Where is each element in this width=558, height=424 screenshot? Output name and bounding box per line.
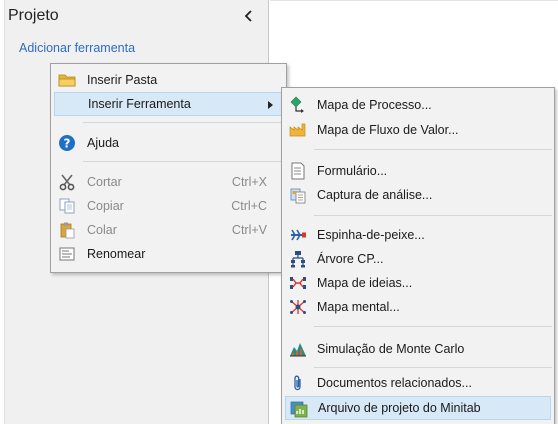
form-icon xyxy=(289,162,307,180)
insert-tool-submenu: Mapa de Processo... Mapa de Fluxo de Val… xyxy=(281,87,555,424)
submenu-separator xyxy=(314,149,552,150)
submenu-item-monte-carlo[interactable]: Simulação de Monte Carlo xyxy=(285,337,551,361)
rename-icon xyxy=(58,245,76,263)
menu-item-label: Cortar xyxy=(87,175,122,189)
ct-tree-icon xyxy=(289,250,307,268)
submenu-item-label: Documentos relacionados... xyxy=(317,376,472,390)
menu-separator xyxy=(83,122,283,123)
menu-item-label: Copiar xyxy=(87,199,124,213)
paste-icon xyxy=(58,221,76,239)
submenu-item-label: Mapa mental... xyxy=(317,300,400,314)
submenu-item-process-map[interactable]: Mapa de Processo... xyxy=(285,93,551,117)
submenu-arrow-icon xyxy=(268,101,273,109)
menu-item-insert-tool[interactable]: Inserir Ferramenta xyxy=(54,92,283,116)
menu-item-help[interactable]: ? Ajuda xyxy=(54,131,283,155)
svg-text:?: ? xyxy=(64,137,71,151)
submenu-item-fishbone[interactable]: Espinha-de-peixe... xyxy=(285,223,551,247)
scissors-icon xyxy=(58,173,76,191)
submenu-item-label: Mapa de ideias... xyxy=(317,276,413,290)
submenu-item-ct-tree[interactable]: Árvore CP... xyxy=(285,247,551,271)
menu-item-label: Inserir Pasta xyxy=(87,73,158,87)
submenu-item-label: Arquivo de projeto do Minitab xyxy=(318,401,481,415)
menu-item-paste[interactable]: Colar Ctrl+V xyxy=(54,218,283,242)
menu-item-shortcut: Ctrl+C xyxy=(231,199,267,213)
idea-map-icon xyxy=(289,274,307,292)
submenu-item-label: Espinha-de-peixe... xyxy=(317,228,425,242)
submenu-item-idea-map[interactable]: Mapa de ideias... xyxy=(285,271,551,295)
minitab-project-file-icon xyxy=(290,400,308,418)
folder-icon xyxy=(58,71,76,89)
submenu-separator xyxy=(314,215,552,216)
submenu-item-related-documents[interactable]: Documentos relacionados... xyxy=(285,371,551,395)
analysis-capture-icon xyxy=(289,186,307,204)
panel-header: Projeto xyxy=(5,0,269,32)
mind-map-icon xyxy=(289,298,307,316)
menu-item-copy[interactable]: Copiar Ctrl+C xyxy=(54,194,283,218)
menu-item-shortcut: Ctrl+X xyxy=(231,175,267,189)
menu-item-label: Colar xyxy=(87,223,117,237)
menu-item-label: Inserir Ferramenta xyxy=(88,97,191,111)
monte-carlo-icon xyxy=(289,340,307,358)
submenu-item-minitab-project-file[interactable]: Arquivo de projeto do Minitab xyxy=(285,396,551,420)
submenu-item-value-stream-map[interactable]: Mapa de Fluxo de Valor... xyxy=(285,118,551,142)
workspace-divider xyxy=(270,0,558,1)
submenu-item-label: Mapa de Processo... xyxy=(317,98,432,112)
menu-item-rename[interactable]: Renomear xyxy=(54,242,283,266)
fishbone-icon xyxy=(289,226,307,244)
submenu-item-label: Captura de análise... xyxy=(317,188,433,202)
submenu-separator xyxy=(314,326,552,327)
collapse-chevron-left-icon[interactable] xyxy=(241,8,257,24)
submenu-item-mind-map[interactable]: Mapa mental... xyxy=(285,295,551,319)
context-menu: Inserir Pasta Inserir Ferramenta ? Ajuda… xyxy=(50,63,287,273)
submenu-item-analysis-capture[interactable]: Captura de análise... xyxy=(285,183,551,207)
submenu-item-label: Formulário... xyxy=(317,164,388,178)
menu-item-insert-folder[interactable]: Inserir Pasta xyxy=(54,68,283,92)
submenu-item-label: Simulação de Monte Carlo xyxy=(317,342,465,356)
menu-separator xyxy=(83,161,283,162)
process-map-icon xyxy=(289,96,307,114)
paperclip-icon xyxy=(289,374,307,392)
submenu-item-label: Mapa de Fluxo de Valor... xyxy=(317,123,459,137)
submenu-separator xyxy=(314,367,552,368)
submenu-item-form[interactable]: Formulário... xyxy=(285,159,551,183)
submenu-item-label: Árvore CP... xyxy=(317,252,384,266)
copy-icon xyxy=(58,197,76,215)
add-tool-link[interactable]: Adicionar ferramenta xyxy=(19,41,135,55)
menu-item-label: Renomear xyxy=(87,247,146,261)
help-icon: ? xyxy=(58,134,76,152)
menu-item-shortcut: Ctrl+V xyxy=(231,223,267,237)
panel-title: Projeto xyxy=(8,7,59,24)
value-stream-map-icon xyxy=(289,121,307,139)
menu-item-cut[interactable]: Cortar Ctrl+X xyxy=(54,170,283,194)
menu-item-label: Ajuda xyxy=(87,136,119,150)
